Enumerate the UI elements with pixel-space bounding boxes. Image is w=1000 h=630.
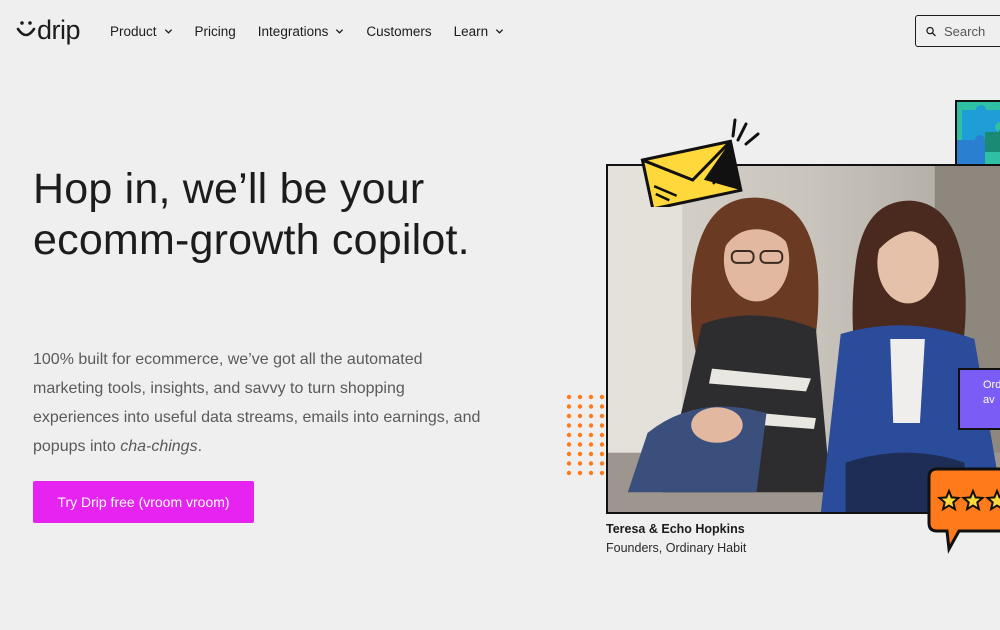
hero-description-suffix: . [197,438,203,455]
decorative-dot [566,394,572,400]
decorative-dot [588,423,594,428]
nav-item-integrations[interactable]: Integrations [258,20,345,42]
rating-bubble [927,467,1000,554]
top-navigation: drip Product Pricing Integrations Custom… [0,0,1000,62]
promo-tag-line: av [983,394,995,406]
nav-item-pricing[interactable]: Pricing [195,20,236,42]
search-icon [926,26,936,36]
decorative-dot [566,470,572,476]
hero-description-emphasis: cha-chings [120,438,198,455]
decorative-dot [566,413,572,419]
decorative-dot [577,451,583,457]
decorative-dot [599,413,605,419]
decorative-dot [577,442,583,447]
puzzle-illustration [955,100,1000,166]
decorative-dot [588,442,594,447]
promo-tag-line: Ord [983,379,1000,391]
testimonial-role: Founders, Ordinary Habit [606,541,747,555]
decorative-dot [577,432,583,438]
search-box[interactable] [915,15,1000,47]
decorative-dot [588,413,594,419]
hero-description: 100% built for ecommerce, we’ve got all … [33,345,483,461]
main-menu: Product Pricing Integrations Customers L… [110,20,526,42]
founders-photo [606,164,1000,514]
decorative-dot [566,423,572,428]
decorative-dot [599,432,605,438]
hero-description-text: 100% built for ecommerce, we’ve got all … [33,351,481,455]
brand-name: drip [37,15,81,45]
decorative-dot [577,470,583,476]
nav-item-label: Product [110,23,157,39]
nav-item-label: Pricing [194,23,236,39]
testimonial-name: Teresa & Echo Hopkins [606,522,745,536]
decorative-dot [577,423,583,428]
nav-item-customers[interactable]: Customers [366,20,431,42]
chevron-down-icon [496,28,504,34]
decorative-dot [588,394,594,400]
envelope-icon [640,118,760,207]
decorative-dot [566,442,572,447]
decorative-dot [577,394,583,400]
nav-item-label: Integrations [257,23,329,39]
decorative-dot [599,404,605,409]
decorative-dot [588,461,594,466]
decorative-dots [566,394,605,476]
decorative-dot [577,404,583,409]
decorative-dot [566,404,572,409]
decorative-dot [588,470,594,476]
decorative-dot [588,404,594,409]
decorative-dot [588,451,594,457]
nav-item-product[interactable]: Product [110,20,173,42]
decorative-dot [566,461,572,466]
drip-smile-icon [16,21,36,37]
promo-tag: Ord av [958,368,1000,430]
chevron-down-icon [336,28,344,34]
decorative-dot [599,451,605,457]
chevron-down-icon [164,28,172,34]
decorative-dot [577,413,583,419]
decorative-dot [599,423,605,428]
drip-logo[interactable]: drip [16,14,81,46]
nav-item-learn[interactable]: Learn [454,20,505,42]
decorative-dot [599,470,605,476]
decorative-dot [588,432,594,438]
decorative-dot [566,432,572,438]
search-input[interactable] [944,23,1000,39]
try-drip-free-button[interactable]: Try Drip free (vroom vroom) [33,481,254,523]
nav-item-label: Learn [453,23,489,39]
decorative-dot [566,451,572,457]
hero-headline: Hop in, we’ll be your ecomm-growth copil… [33,165,470,264]
nav-item-label: Customers [366,23,432,39]
decorative-dot [599,461,605,466]
decorative-dot [599,442,605,447]
decorative-dot [599,394,605,400]
decorative-dot [577,461,583,466]
